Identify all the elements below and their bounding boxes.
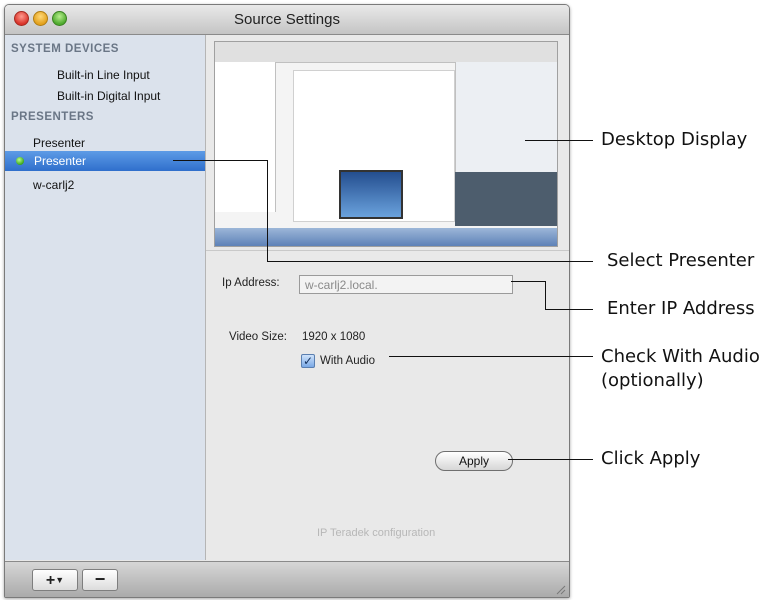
footer-caption: IP Teradek configuration <box>317 527 436 539</box>
callout-check-audio-line1: Check With Audio <box>601 346 760 367</box>
callout-line-enter-ip-b <box>545 281 546 309</box>
callout-line-enter-ip-c <box>545 309 593 310</box>
bottom-toolbar: +▼ − <box>5 561 569 597</box>
ip-address-label: Ip Address: <box>222 277 280 289</box>
callout-check-audio-line2: (optionally) <box>601 370 704 391</box>
video-size-value: 1920 x 1080 <box>302 331 366 343</box>
title-bar[interactable]: Source Settings <box>5 5 569 35</box>
apply-button[interactable]: Apply <box>435 451 513 471</box>
resize-grip-icon[interactable] <box>554 583 566 595</box>
callout-click-apply: Click Apply <box>601 448 701 469</box>
callout-select-presenter: Select Presenter <box>607 250 755 271</box>
sidebar-item-label: Presenter <box>34 154 87 168</box>
source-sidebar: SYSTEM DEVICES Built-in Line Input Built… <box>5 35 206 560</box>
ip-address-input[interactable]: w-carlj2.local. <box>299 275 513 294</box>
callout-line-select-presenter-b <box>267 160 268 261</box>
preview-right-pane <box>455 62 557 172</box>
with-audio-checkbox[interactable]: ✓ <box>301 354 315 368</box>
source-settings-window: Source Settings SYSTEM DEVICES Built-in … <box>4 4 570 598</box>
callout-line-with-audio <box>389 356 593 357</box>
desktop-preview <box>214 41 558 247</box>
sidebar-item-presenter[interactable]: Presenter <box>33 136 85 150</box>
add-source-button[interactable]: +▼ <box>32 569 78 591</box>
preview-toolbar <box>215 42 557 63</box>
callout-line-click-apply <box>508 459 593 460</box>
callout-line-select-presenter-a <box>173 160 267 161</box>
preview-video-window <box>339 170 403 219</box>
callout-line-desktop-display <box>525 140 593 141</box>
add-button-label: + <box>45 572 56 589</box>
sidebar-header-presenters: PRESENTERS <box>11 111 94 123</box>
callout-line-enter-ip-a <box>511 281 545 282</box>
window-title: Source Settings <box>234 11 340 28</box>
preview-right-dark-pane <box>455 172 557 226</box>
callout-enter-ip: Enter IP Address <box>607 298 755 319</box>
remove-source-button[interactable]: − <box>82 569 118 591</box>
online-status-icon <box>16 157 24 165</box>
sidebar-item-built-in-line-input[interactable]: Built-in Line Input <box>57 68 150 82</box>
divider <box>206 250 569 251</box>
dropdown-arrow-icon: ▼ <box>55 575 65 585</box>
sidebar-item-presenter-selected[interactable]: Presenter <box>5 151 205 171</box>
sidebar-header-system-devices: SYSTEM DEVICES <box>11 43 119 55</box>
video-size-label: Video Size: <box>229 331 287 343</box>
sidebar-item-w-carlj2[interactable]: w-carlj2 <box>33 178 74 192</box>
with-audio-label[interactable]: With Audio <box>320 355 375 367</box>
settings-panel <box>206 35 569 560</box>
sidebar-item-built-in-digital-input[interactable]: Built-in Digital Input <box>57 89 160 103</box>
callout-line-select-presenter-c <box>267 261 593 262</box>
callout-desktop-display: Desktop Display <box>601 129 748 150</box>
